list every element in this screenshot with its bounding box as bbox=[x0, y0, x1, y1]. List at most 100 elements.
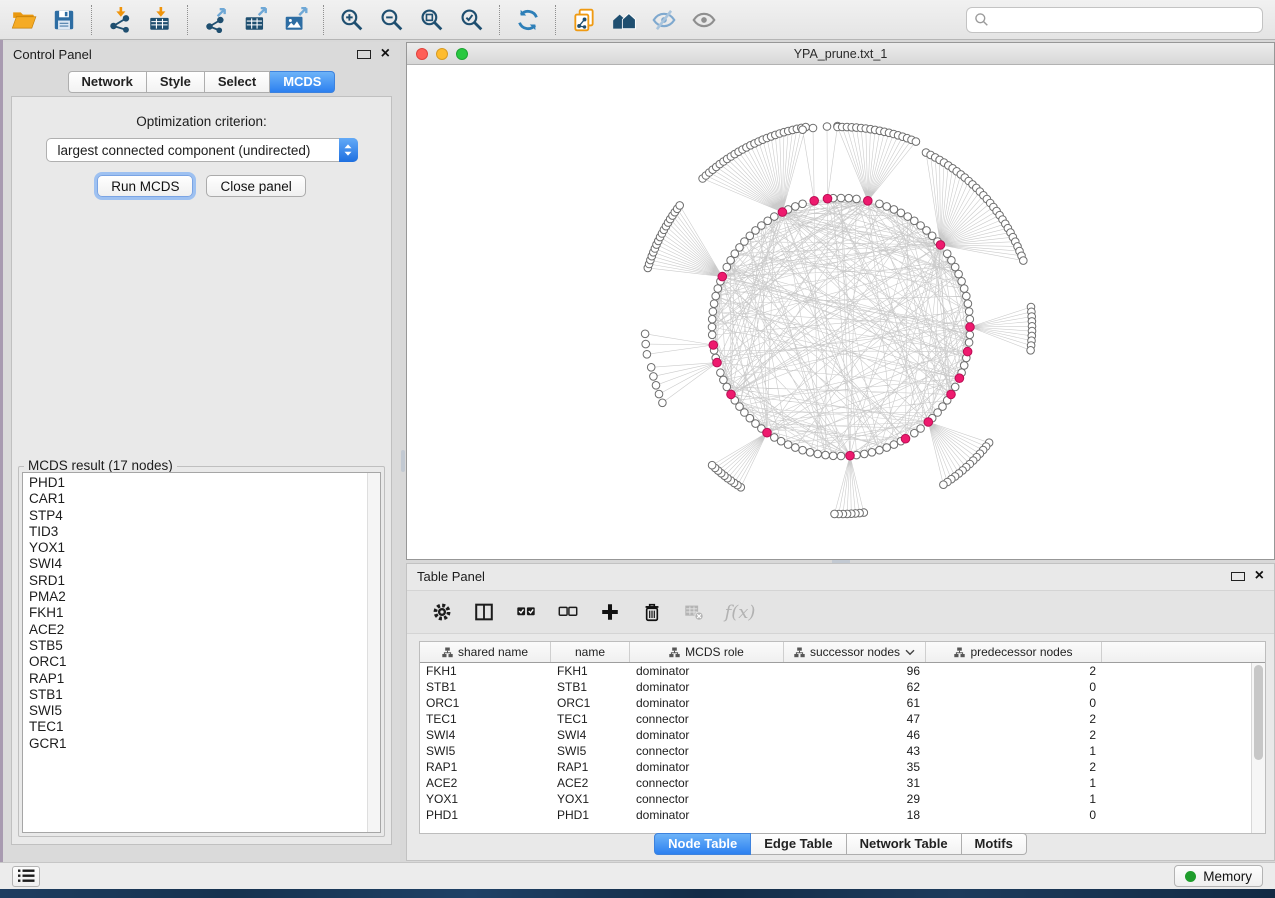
graph-node[interactable] bbox=[890, 206, 898, 214]
graph-node[interactable] bbox=[792, 203, 800, 211]
export-image-button[interactable] bbox=[276, 3, 316, 37]
graph-node[interactable] bbox=[710, 300, 718, 308]
graph-node[interactable] bbox=[960, 362, 968, 370]
column-header-name[interactable]: name bbox=[551, 642, 630, 662]
result-node-stp4[interactable]: STP4 bbox=[23, 508, 380, 524]
table-row-swi5[interactable]: SWI5SWI5connector431 bbox=[420, 743, 1265, 759]
graph-node[interactable] bbox=[652, 382, 660, 390]
cell-successor-nodes[interactable]: 18 bbox=[784, 808, 926, 822]
table-row-yox1[interactable]: YOX1YOX1connector291 bbox=[420, 791, 1265, 807]
zoom-in-button[interactable] bbox=[332, 3, 372, 37]
table-tab-node-table[interactable]: Node Table bbox=[654, 833, 751, 855]
table-row-phd1[interactable]: PHD1PHD1dominator180 bbox=[420, 807, 1265, 823]
graph-node[interactable] bbox=[868, 449, 876, 457]
graph-node[interactable] bbox=[837, 452, 845, 460]
cell-name[interactable]: SWI4 bbox=[551, 728, 630, 742]
cell-successor-nodes[interactable]: 96 bbox=[784, 664, 926, 678]
save-session-button[interactable] bbox=[44, 3, 84, 37]
graph-node[interactable] bbox=[823, 123, 831, 131]
graph-node[interactable] bbox=[829, 452, 837, 460]
graph-node[interactable] bbox=[911, 429, 919, 437]
cell-name[interactable]: PHD1 bbox=[551, 808, 630, 822]
graph-node[interactable] bbox=[714, 285, 722, 293]
graph-mcds-node[interactable] bbox=[709, 341, 718, 350]
column-header-mcds-role[interactable]: MCDS role bbox=[630, 642, 784, 662]
result-node-rap1[interactable]: RAP1 bbox=[23, 671, 380, 687]
graph-node[interactable] bbox=[712, 292, 720, 300]
graph-mcds-node[interactable] bbox=[924, 418, 933, 427]
open-file-button[interactable] bbox=[4, 3, 44, 37]
result-node-swi5[interactable]: SWI5 bbox=[23, 703, 380, 719]
graph-node[interactable] bbox=[708, 331, 716, 339]
cell-name[interactable]: ACE2 bbox=[551, 776, 630, 790]
cell-mcds-role[interactable]: connector bbox=[630, 776, 784, 790]
table-scrollbar[interactable] bbox=[1251, 663, 1265, 833]
graph-node[interactable] bbox=[831, 510, 839, 518]
cell-shared-name[interactable]: SWI4 bbox=[420, 728, 551, 742]
graph-node[interactable] bbox=[876, 446, 884, 454]
close-panel-button[interactable]: Close panel bbox=[206, 175, 305, 197]
graph-node[interactable] bbox=[964, 300, 972, 308]
cell-successor-nodes[interactable]: 61 bbox=[784, 696, 926, 710]
table-row-tec1[interactable]: TEC1TEC1connector472 bbox=[420, 711, 1265, 727]
graph-node[interactable] bbox=[853, 195, 861, 203]
graph-node[interactable] bbox=[912, 138, 920, 146]
graph-node[interactable] bbox=[642, 340, 650, 348]
graph-node[interactable] bbox=[792, 444, 800, 452]
export-table-button[interactable] bbox=[236, 3, 276, 37]
run-mcds-button[interactable]: Run MCDS bbox=[97, 175, 193, 197]
graph-node[interactable] bbox=[883, 203, 891, 211]
graph-node[interactable] bbox=[965, 308, 973, 316]
cell-shared-name[interactable]: STB1 bbox=[420, 680, 551, 694]
cell-name[interactable]: YOX1 bbox=[551, 792, 630, 806]
cell-mcds-role[interactable]: dominator bbox=[630, 808, 784, 822]
graph-node[interactable] bbox=[655, 390, 663, 398]
search-input[interactable] bbox=[993, 11, 1262, 28]
cell-successor-nodes[interactable]: 35 bbox=[784, 760, 926, 774]
network-graph-canvas[interactable] bbox=[407, 65, 1274, 559]
cell-predecessor-nodes[interactable]: 2 bbox=[926, 664, 1102, 678]
graph-mcds-node[interactable] bbox=[713, 358, 722, 367]
zoom-out-button[interactable] bbox=[372, 3, 412, 37]
result-node-stb1[interactable]: STB1 bbox=[23, 687, 380, 703]
close-window-icon[interactable] bbox=[416, 48, 428, 60]
graph-node[interactable] bbox=[876, 200, 884, 208]
result-node-yox1[interactable]: YOX1 bbox=[23, 540, 380, 556]
graph-node[interactable] bbox=[709, 308, 717, 316]
cell-predecessor-nodes[interactable]: 2 bbox=[926, 712, 1102, 726]
result-node-pma2[interactable]: PMA2 bbox=[23, 589, 380, 605]
cell-predecessor-nodes[interactable]: 1 bbox=[926, 776, 1102, 790]
mcds-result-list[interactable]: PHD1CAR1STP4TID3YOX1SWI4SRD1PMA2FKH1ACE2… bbox=[22, 472, 381, 833]
graph-node[interactable] bbox=[966, 315, 974, 323]
graph-node[interactable] bbox=[784, 441, 792, 449]
graph-node[interactable] bbox=[806, 449, 814, 457]
graph-node[interactable] bbox=[1027, 347, 1035, 355]
cell-mcds-role[interactable]: dominator bbox=[630, 728, 784, 742]
tab-style[interactable]: Style bbox=[147, 71, 205, 93]
result-node-gcr1[interactable]: GCR1 bbox=[23, 736, 380, 752]
result-node-tec1[interactable]: TEC1 bbox=[23, 719, 380, 735]
clone-network-button[interactable] bbox=[564, 3, 604, 37]
float-table-panel-button[interactable] bbox=[1231, 572, 1245, 581]
table-tab-network-table[interactable]: Network Table bbox=[847, 833, 962, 855]
minimize-window-icon[interactable] bbox=[436, 48, 448, 60]
column-header-successor-nodes[interactable]: successor nodes bbox=[784, 642, 926, 662]
cell-name[interactable]: SWI5 bbox=[551, 744, 630, 758]
result-node-orc1[interactable]: ORC1 bbox=[23, 654, 380, 670]
graph-mcds-node[interactable] bbox=[763, 428, 772, 437]
graph-node[interactable] bbox=[799, 446, 807, 454]
tab-select[interactable]: Select bbox=[205, 71, 270, 93]
result-node-fkh1[interactable]: FKH1 bbox=[23, 605, 380, 621]
graph-node[interactable] bbox=[822, 451, 830, 459]
graph-node[interactable] bbox=[771, 213, 779, 221]
graph-node[interactable] bbox=[708, 461, 716, 469]
network-window-titlebar[interactable]: YPA_prune.txt_1 bbox=[407, 43, 1274, 65]
cell-successor-nodes[interactable]: 29 bbox=[784, 792, 926, 806]
column-header-shared-name[interactable]: shared name bbox=[420, 642, 551, 662]
result-node-ace2[interactable]: ACE2 bbox=[23, 622, 380, 638]
graph-node[interactable] bbox=[676, 202, 684, 210]
graph-mcds-node[interactable] bbox=[963, 347, 972, 356]
maximize-window-icon[interactable] bbox=[456, 48, 468, 60]
graph-node[interactable] bbox=[799, 126, 807, 134]
cell-successor-nodes[interactable]: 31 bbox=[784, 776, 926, 790]
